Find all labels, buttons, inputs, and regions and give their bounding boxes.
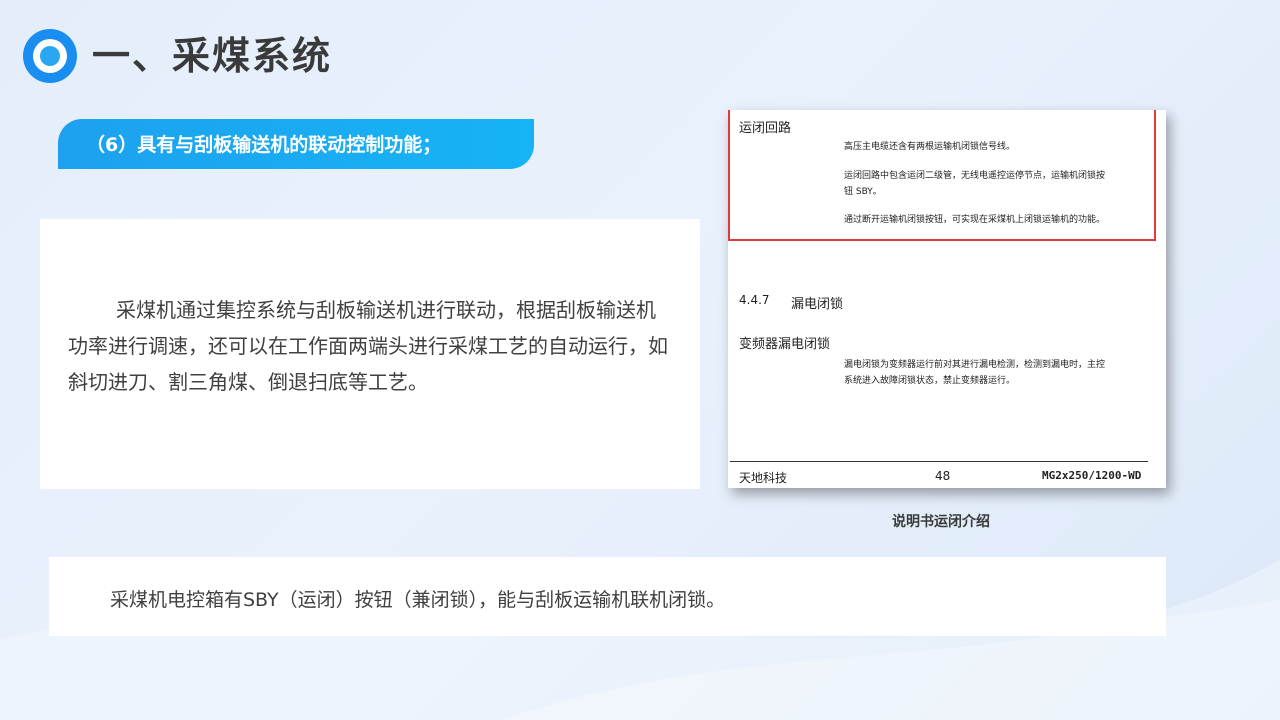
doc-section-title: 漏电闭锁	[791, 297, 844, 312]
note-paragraph: 采煤机电控箱有SBY（运闭）按钮（兼闭锁），能与刮板运输机联机闭锁。	[110, 589, 726, 611]
description-paragraph: 采煤机通过集控系统与刮板输送机进行联动，根据刮板输送机功率进行调速，还可以在工作…	[68, 298, 668, 394]
doc-line: 漏电闭锁为变频器运行前对其进行漏电检测，检测到漏电时，主控	[844, 360, 1106, 370]
subtitle-text: （6）具有与刮板输送机的联动控制功能；	[86, 134, 442, 156]
page-title: 一、采煤系统	[92, 34, 333, 78]
manual-excerpt-image: 运闭回路 高压主电缆还含有两根运输机闭锁信号线。 运闭回路中包含运闭二级管，无线…	[728, 110, 1166, 488]
doc-heading-leakage: 变频器漏电闭锁	[739, 337, 831, 352]
doc-line: 通过断开运输机闭锁按钮，可实现在采煤机上闭锁运输机的功能。	[844, 215, 1106, 225]
doc-footer-model: MG2x250/1200-WD	[1042, 469, 1142, 482]
doc-section-number: 4.4.7	[739, 293, 770, 307]
doc-heading-circuit: 运闭回路	[739, 121, 792, 136]
doc-footer-divider	[730, 461, 1148, 462]
title-circle-icon	[23, 29, 77, 83]
doc-line: 运闭回路中包含运闭二级管，无线电遥控运停节点，运输机闭锁按	[844, 171, 1106, 181]
doc-footer-company: 天地科技	[739, 471, 788, 485]
doc-line: 高压主电缆还含有两根运输机闭锁信号线。	[844, 142, 1016, 152]
doc-footer-page: 48	[935, 469, 951, 483]
doc-line: 钮 SBY。	[844, 187, 882, 197]
doc-line: 系统进入故障闭锁状态，禁止变频器运行。	[844, 376, 1016, 386]
image-caption: 说明书运闭介绍	[892, 514, 990, 530]
